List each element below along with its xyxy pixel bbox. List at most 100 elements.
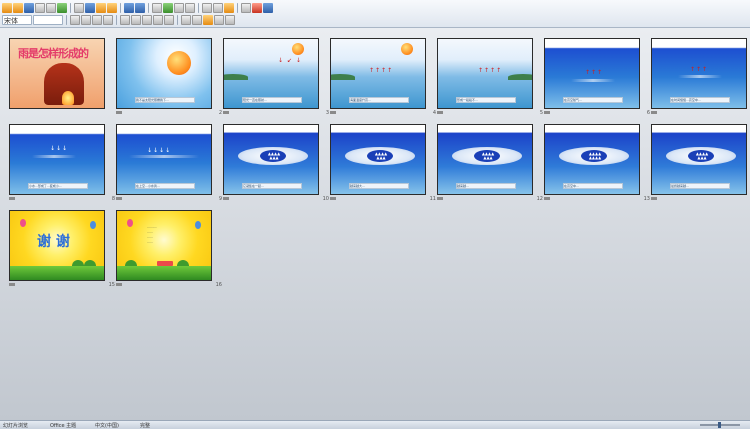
slide-preview: ▲▲▲▲ ▲▲▲ 越来越... — [437, 124, 533, 195]
chart-icon[interactable] — [163, 3, 173, 13]
slide-caption: 越来越... — [456, 183, 516, 189]
slide-title: 雨是怎样形成的 — [18, 47, 89, 60]
increase-font-icon[interactable] — [181, 15, 191, 25]
slide-number: 13 — [643, 196, 650, 202]
slide-preview: ↓↓↓ 小水...形成了...变成小... — [9, 124, 105, 195]
toolbar-separator — [66, 15, 67, 25]
status-bar: 幻灯片浏览 Office 主题 中文(中国) 完整 — [0, 420, 750, 429]
slide-caption: 在时间慢慢...高空中... — [670, 97, 730, 103]
stop-icon[interactable] — [252, 3, 262, 13]
transition-icon — [330, 197, 336, 200]
zoom-icon[interactable] — [241, 3, 251, 13]
open-icon[interactable] — [13, 3, 23, 13]
shadow-icon[interactable] — [103, 15, 113, 25]
print-icon[interactable] — [35, 3, 45, 13]
spell-icon[interactable] — [57, 3, 67, 13]
text-line: ...... — [147, 240, 153, 244]
grid-icon[interactable] — [185, 3, 195, 13]
align-left-icon[interactable] — [120, 15, 130, 25]
design-icon[interactable] — [214, 15, 224, 25]
transition-icon — [9, 283, 15, 286]
slide-number: 15 — [108, 282, 115, 288]
status-theme: Office 主题 — [50, 423, 77, 429]
balloon-icon — [90, 221, 96, 229]
table-icon[interactable] — [152, 3, 162, 13]
slide-caption: 形成一段段不... — [456, 97, 516, 103]
status-language: 中文(中国) — [95, 423, 119, 429]
underline-icon[interactable] — [92, 15, 102, 25]
slide-caption: 最终越来越... — [670, 183, 730, 189]
transition-icon — [437, 197, 443, 200]
slide-preview: ▲▲▲▲ ▲▲▲ 它凝集在一起... — [223, 124, 319, 195]
font-name-box[interactable]: 宋体 — [2, 15, 32, 25]
bullets-icon[interactable] — [153, 15, 163, 25]
slide-number: 12 — [536, 196, 543, 202]
layout-icon[interactable] — [213, 3, 223, 13]
toolbar-row-standard — [2, 2, 273, 14]
red-arrows-up: ↑↑↑↑ — [369, 67, 394, 74]
zoom-slider-handle[interactable] — [718, 422, 721, 428]
slide-number: 16 — [215, 282, 222, 288]
slide-preview: ↑↑↑↑ 形成一段段不... — [437, 38, 533, 109]
raindrops: ▲▲▲▲ ▲▲▲ — [695, 151, 709, 160]
slide-preview: .......... ...... ...... ...... — [116, 210, 212, 281]
balloon-icon — [195, 221, 201, 229]
bold-icon[interactable] — [70, 15, 80, 25]
save-icon[interactable] — [24, 3, 34, 13]
decrease-font-icon[interactable] — [192, 15, 202, 25]
island-image — [224, 74, 248, 80]
vapor-streak — [129, 155, 199, 158]
slide-preview: 雨是怎样形成的 — [9, 38, 105, 109]
zoom-slider[interactable] — [700, 422, 740, 428]
ribbon-toolbar: 宋体 — [0, 0, 750, 28]
raindrops: ▲▲▲▲ ▲▲▲ — [267, 151, 281, 160]
raindrops: ▲▲▲▲ ▲▲▲ — [374, 151, 388, 160]
red-arrows-up: ↑↑↑ — [690, 66, 709, 73]
help-icon[interactable] — [263, 3, 273, 13]
font-size-box[interactable] — [33, 15, 63, 25]
white-arrows-down: ↓↓↓ — [50, 145, 69, 152]
transition-icon — [223, 111, 229, 114]
grass-image — [10, 266, 104, 280]
redo-icon[interactable] — [135, 3, 145, 13]
toolbar-separator — [177, 15, 178, 25]
slide-preview: ▲▲▲▲ ▲▲▲ 最终越来越... — [651, 124, 747, 195]
slide-number: 8 — [111, 196, 115, 202]
toolbar-separator — [70, 3, 71, 13]
sun-image — [401, 43, 413, 55]
slide-caption: 海面温度升高... — [349, 97, 409, 103]
toolbar-row-format: 宋体 — [2, 14, 235, 26]
preview-icon[interactable] — [46, 3, 56, 13]
toolbar-separator — [198, 3, 199, 13]
format-painter-icon[interactable] — [107, 3, 117, 13]
slide-caption: 在上空...小水滴... — [135, 183, 195, 189]
slide-number: 4 — [432, 110, 436, 116]
slide-preview: ↑↑↑ 在高空随气... — [544, 38, 640, 109]
copy-icon[interactable] — [85, 3, 95, 13]
balloon-icon — [127, 219, 133, 227]
font-color-icon[interactable] — [203, 15, 213, 25]
slide-icon[interactable] — [202, 3, 212, 13]
cut-icon[interactable] — [74, 3, 84, 13]
vapor-streak — [571, 79, 615, 82]
new-slide-icon[interactable] — [225, 15, 235, 25]
align-center-icon[interactable] — [131, 15, 141, 25]
numbering-icon[interactable] — [164, 15, 174, 25]
color-icon[interactable] — [224, 3, 234, 13]
thanks-title: 谢 谢 — [37, 234, 70, 250]
slide-number: 10 — [322, 196, 329, 202]
italic-icon[interactable] — [81, 15, 91, 25]
cloud-image: ▲▲▲▲ ▲▲▲ — [666, 147, 736, 165]
font-name: 宋体 — [4, 17, 18, 25]
slide-number: 11 — [429, 196, 436, 202]
align-right-icon[interactable] — [142, 15, 152, 25]
toolbar-separator — [120, 3, 121, 13]
new-icon[interactable] — [2, 3, 12, 13]
undo-icon[interactable] — [124, 3, 134, 13]
slide-caption: 越来越大... — [349, 183, 409, 189]
paste-icon[interactable] — [96, 3, 106, 13]
raindrop-cluster: ▲▲▲▲ ▲▲▲ — [688, 150, 714, 162]
insert-icon[interactable] — [174, 3, 184, 13]
slide-caption: 在高空随气... — [563, 97, 623, 103]
slide-number: 6 — [646, 110, 650, 116]
